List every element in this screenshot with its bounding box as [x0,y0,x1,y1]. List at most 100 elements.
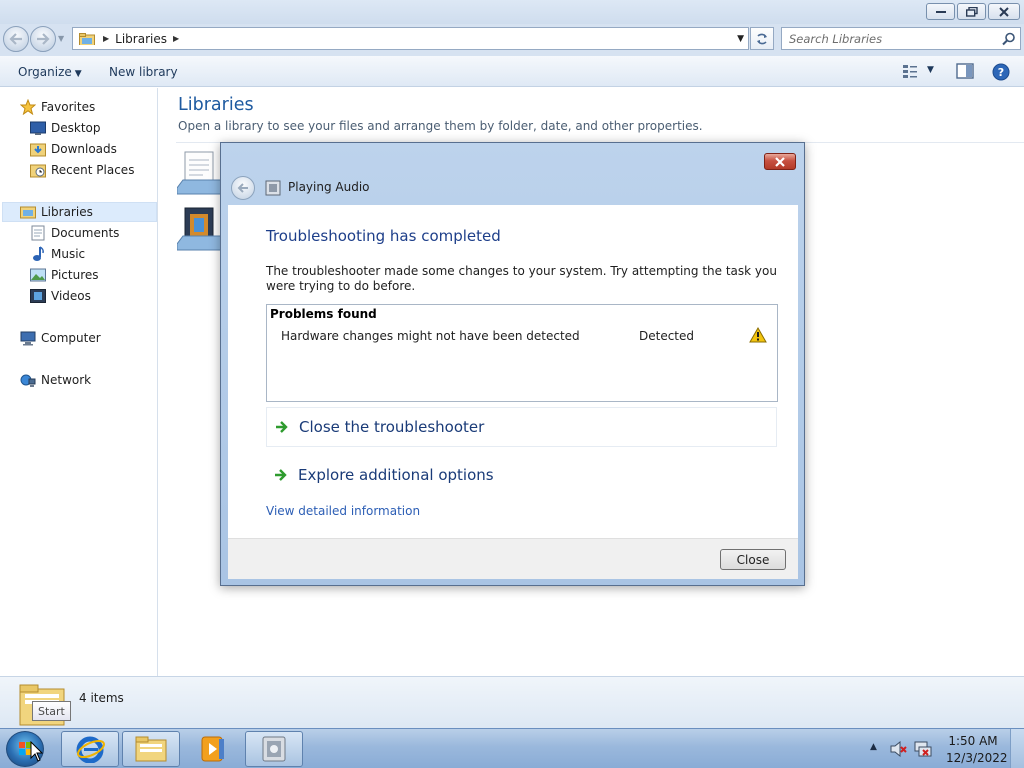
show-hidden-icons-icon[interactable]: ▲ [870,742,877,752]
libraries-folder-icon [79,32,95,45]
sidebar-item-label: Music [51,247,86,261]
view-detailed-information-link[interactable]: View detailed information [266,504,420,518]
problem-name[interactable]: Hardware changes might not have been det… [281,329,580,343]
sidebar-item-computer[interactable]: Computer [20,328,101,348]
sidebar-item-downloads[interactable]: Downloads [30,139,117,159]
troubleshooter-icon [262,736,286,762]
view-options-dropdown-icon[interactable]: ▼ [927,65,934,75]
address-bar[interactable]: ▶ Libraries ▶ ▼ [72,27,749,50]
sidebar-item-label: Recent Places [51,163,135,177]
sidebar-item-videos[interactable]: Videos [30,286,91,306]
organize-menu[interactable]: Organize ▼ [18,65,82,79]
network-disconnected-icon[interactable] [914,740,932,758]
restore-button[interactable] [957,3,986,20]
folder-icon [135,736,167,762]
taskbar-windows-explorer[interactable] [122,731,180,767]
back-arrow-icon [9,33,22,45]
start-tooltip: Start [32,701,71,721]
taskbar-media-player[interactable] [184,731,242,767]
organize-label: Organize [18,65,72,79]
sidebar-item-recent-places[interactable]: Recent Places [30,160,134,180]
preview-pane-icon[interactable] [956,63,974,79]
dialog-back-button[interactable] [231,176,255,200]
show-desktop-button[interactable] [1010,729,1024,768]
new-library-button[interactable]: New library [109,65,178,79]
refresh-icon [757,33,767,44]
explore-options-link[interactable]: Explore additional options [266,455,777,495]
restore-icon [965,6,978,17]
close-troubleshooter-link[interactable]: Close the troubleshooter [266,407,777,447]
page-subtitle: Open a library to see your files and arr… [178,119,703,133]
troubleshooter-app-icon [265,180,281,196]
videos-library-icon[interactable] [177,206,221,252]
minimize-button[interactable] [926,3,955,20]
sidebar-item-label: Pictures [51,268,99,282]
sidebar-item-favorites[interactable]: Favorites [20,97,95,117]
search-icon[interactable] [1002,32,1016,46]
window-titlebar [0,0,1024,24]
sidebar-item-desktop[interactable]: Desktop [30,118,101,138]
problems-header: Problems found [270,307,377,321]
search-input[interactable] [789,32,994,46]
chevron-down-icon: ▼ [74,69,82,79]
forward-arrow-icon [37,33,50,45]
svg-text:?: ? [998,66,1004,79]
breadcrumb-separator-icon[interactable]: ▶ [173,34,179,43]
sidebar-item-label: Network [41,373,92,387]
close-icon [775,156,785,167]
refresh-button[interactable] [750,27,774,50]
libraries-icon [20,204,36,220]
taskbar-internet-explorer[interactable] [61,731,119,767]
explore-options-label: Explore additional options [298,466,494,484]
dialog-title: Playing Audio [288,180,370,194]
sidebar-item-label: Favorites [41,100,96,114]
troubleshooter-dialog: Playing Audio Troubleshooting has comple… [220,142,805,586]
recent-places-icon [30,162,46,178]
media-player-icon [201,736,224,762]
sidebar-item-documents[interactable]: Documents [30,223,119,243]
back-button[interactable] [3,26,29,52]
green-arrow-icon [275,421,289,433]
close-icon [999,6,1009,17]
internet-explorer-icon [76,736,105,763]
close-button[interactable]: Close [720,549,786,570]
sidebar-item-label: Videos [51,289,91,303]
sidebar-item-libraries[interactable]: Libraries [2,202,157,222]
clock-date[interactable]: 12/3/2022 [946,751,1008,765]
close-troubleshooter-label: Close the troubleshooter [299,418,485,436]
item-count: 4 items [79,691,124,705]
videos-icon [30,288,46,304]
computer-icon [20,330,36,346]
breadcrumb-separator-icon[interactable]: ▶ [103,34,109,43]
dialog-footer: Close [228,538,798,579]
sidebar-item-network[interactable]: Network [20,370,91,390]
sidebar-item-label: Libraries [41,205,93,219]
mouse-cursor-icon [30,741,44,762]
clock-time[interactable]: 1:50 AM [946,734,1000,748]
recent-pages-dropdown[interactable]: ▼ [58,34,68,44]
help-icon[interactable]: ? [992,63,1010,81]
problems-found-panel: Problems found Hardware changes might no… [266,304,778,402]
volume-muted-icon[interactable] [890,741,908,757]
taskbar-troubleshooter[interactable] [245,731,303,767]
documents-library-icon[interactable] [177,150,221,196]
navigation-pane: Favorites Desktop Downloads Recent Place… [0,88,158,676]
dialog-description: The troubleshooter made some changes to … [266,264,777,293]
downloads-folder-icon [30,141,46,157]
desktop-icon [30,120,46,136]
status-bar: 4 items [0,676,1024,728]
breadcrumb-libraries[interactable]: Libraries [115,32,167,46]
window-close-button[interactable] [988,3,1020,20]
sidebar-item-label: Documents [51,226,120,240]
dialog-heading: Troubleshooting has completed [266,227,501,245]
dialog-close-x-button[interactable] [764,153,796,170]
minimize-icon [935,10,946,13]
forward-button[interactable] [30,26,56,52]
sidebar-item-pictures[interactable]: Pictures [30,265,99,285]
change-view-icon[interactable] [902,63,918,79]
command-bar: Organize ▼ New library ▼ ? [0,56,1024,87]
sidebar-item-label: Downloads [51,142,117,156]
search-box[interactable] [781,27,1021,50]
sidebar-item-music[interactable]: Music [30,244,85,264]
address-dropdown-icon[interactable]: ▼ [737,34,744,44]
